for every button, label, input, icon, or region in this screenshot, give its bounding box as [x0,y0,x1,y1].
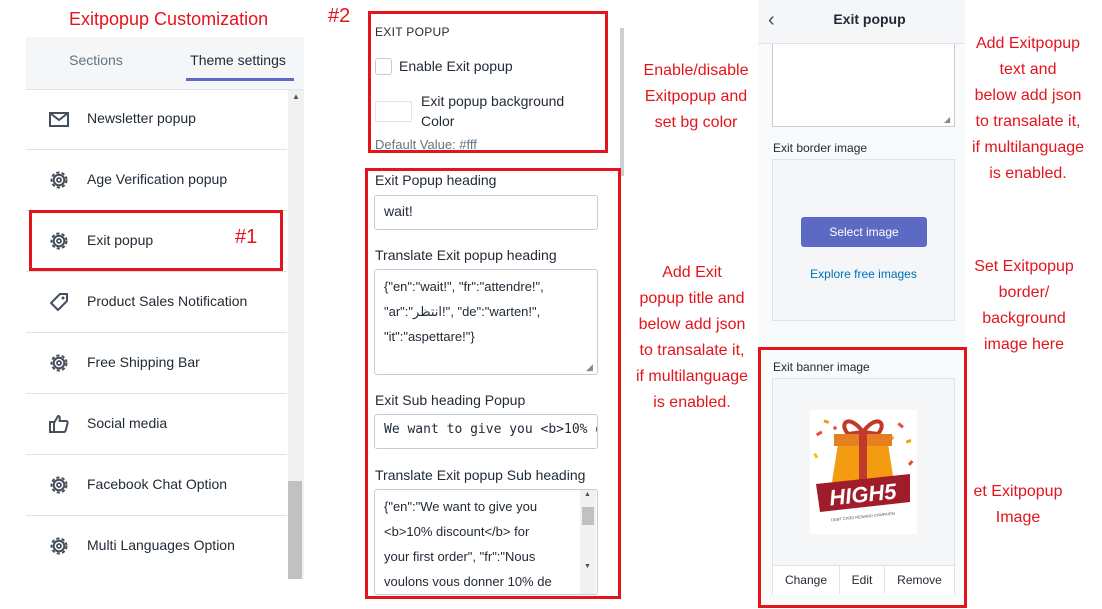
enable-note: Enable/disable Exitpopup and set bg colo… [643,62,749,131]
border-image-label: Exit border image [773,141,868,155]
sidebar-item-age-verification-popup[interactable]: Age Verification popup [26,150,287,211]
sidebar-item-label: Social media [87,415,168,431]
sidebar-item-newsletter-popup[interactable]: Newsletter popup [26,89,287,150]
sidebar-item-free-shipping-bar[interactable]: Free Shipping Bar [26,333,287,394]
gear-icon [48,352,70,374]
thumbs-up-icon [48,413,70,435]
border-note: Set Exitpopup border/ background image h… [974,258,1074,353]
annotation-title: Exitpopup Customization [69,9,269,29]
sidebar-item-label: Facebook Chat Option [87,476,228,492]
gear-icon [48,169,70,191]
sidebar-item-facebook-chat-option[interactable]: Facebook Chat Option [26,455,287,516]
step2-tag: #2 [328,5,351,27]
scroll-up-arrow-icon[interactable]: ▲ [292,92,300,101]
image-note: et Exitpopup Image [973,483,1063,526]
highlight-banner-image [758,347,967,608]
tag-icon [48,291,70,313]
highlight-enable-section [368,11,608,153]
step1-tag: #1 [235,226,258,248]
select-image-button[interactable]: Select image [801,217,927,247]
exit-text-textarea[interactable] [772,44,955,127]
resize-handle-icon[interactable]: ◢ [944,115,950,124]
tab-bar: Sections Theme settings [26,37,304,90]
settings-form-scrollbar[interactable] [620,28,624,176]
sidebar-item-label: Multi Languages Option [87,537,235,553]
sidebar-item-label: Newsletter popup [87,110,196,126]
highlight-heading-section [365,168,621,599]
title-note: Add Exit popup title and below add json … [635,264,749,411]
gear-icon [48,474,70,496]
tab-theme-settings[interactable]: Theme settings [172,37,304,90]
sidebar-item-multi-languages-option[interactable]: Multi Languages Option [26,516,287,577]
sidebar-item-product-sales-notification[interactable]: Product Sales Notification [26,272,287,333]
sidebar-item-label: Age Verification popup [87,171,228,187]
active-tab-indicator [186,78,294,81]
panel-header-title: Exit popup [833,11,906,27]
sidebar-item-label: Product Sales Notification [87,293,248,309]
gear-icon [48,535,70,557]
mail-icon [48,108,70,130]
theme-settings-panel: Sections Theme settings Newsletter popup… [26,37,304,579]
text-note: Add Exitpopup text and below add json to… [971,35,1085,182]
explore-free-images-link[interactable]: Explore free images [772,267,955,281]
sidebar-item-social-media[interactable]: Social media [26,394,287,455]
tab-sections[interactable]: Sections [26,37,166,90]
sidebar-item-label: Free Shipping Bar [87,354,200,370]
sidebar-scroll-thumb[interactable] [288,481,302,579]
